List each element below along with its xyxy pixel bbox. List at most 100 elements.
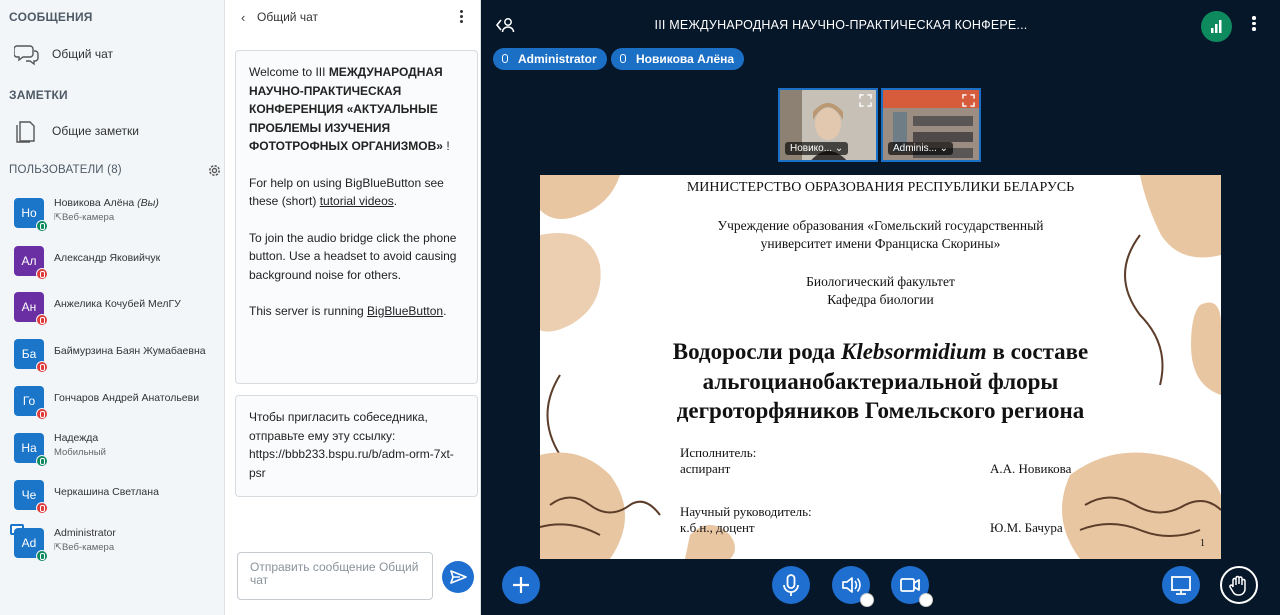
webcam-tile[interactable]: Adminis... ⌄ (881, 88, 981, 162)
webcam-name: Новико... (790, 143, 833, 154)
talker-name: Новикова Алёна (636, 52, 735, 66)
user-name: Александр Яковийчук (54, 252, 161, 264)
avatar-initials: Че (21, 488, 37, 502)
presentation-toggle-button[interactable] (1162, 566, 1200, 604)
slide-title-line-1: Водоросли рода Klebsormidium в составе (540, 339, 1221, 365)
talking-indicator[interactable]: Administrator (493, 48, 607, 70)
sidebar-item-public-chat[interactable]: Общий чат (0, 34, 224, 74)
chat-panel: ‹ Общий чат Welcome to III МЕЖДУНАРОДНАЯ… (225, 0, 481, 615)
user-item[interactable]: Ба Баймурзина Баян Жумабаевна (0, 335, 224, 379)
mute-button[interactable] (772, 566, 810, 604)
welcome-message: Welcome to III МЕЖДУНАРОДНАЯ НАУЧНО-ПРАК… (235, 50, 478, 384)
mic-status-icon (36, 550, 48, 562)
performer-role: аспирант (680, 461, 731, 476)
slide-title-line-2: альгоцианобактериальной флоры (702, 369, 1059, 394)
avatar-initials: На (21, 441, 37, 455)
user-item[interactable]: Ан Анжелика Кочубей МелГУ (0, 288, 224, 332)
mic-muted-icon (36, 408, 48, 420)
plus-icon (513, 577, 529, 593)
microphone-icon (783, 574, 799, 596)
supervisor-label: Научный руководитель: (680, 504, 812, 519)
chat-message-input[interactable]: Отправить сообщение Общий чат (237, 552, 433, 600)
actions-button[interactable] (502, 566, 540, 604)
server-text: This server is running BigBlueButton. (249, 302, 464, 321)
slide-title-line-3: дегроторфяников Гомельского региона (676, 398, 1085, 423)
supervisor-role: к.б.н., доцент (680, 520, 755, 535)
avatar-initials: Но (21, 206, 37, 220)
presentation-area: III МЕЖДУНАРОДНАЯ НАУЧНО-ПРАКТИЧЕСКАЯ КО… (481, 0, 1280, 615)
user-status: Мобильный (54, 447, 106, 458)
shared-notes-label: Общие заметки (52, 124, 139, 138)
talker-name: Administrator (518, 52, 597, 66)
user-item[interactable]: На Надежда Мобильный (0, 429, 224, 473)
user-item[interactable]: Но Новикова Алёна (Вы) ⇱Веб-камера (0, 194, 224, 238)
server-prefix: This server is running (249, 304, 368, 318)
talking-indicator[interactable]: Новикова Алёна (611, 48, 745, 70)
webcam-name-label[interactable]: Новико... ⌄ (785, 142, 849, 155)
public-chat-label: Общий чат (52, 47, 113, 61)
webcam-tile[interactable]: Новико... ⌄ (778, 88, 878, 162)
tutorial-link[interactable]: tutorial videos (320, 194, 394, 208)
notes-icon (16, 121, 35, 143)
user-name: Анжелика Кочубей МелГУ (54, 298, 181, 310)
audio-text: To join the audio bridge click the phone… (249, 230, 457, 282)
avatar-initials: Ба (21, 347, 37, 361)
user-name: Черкашина Светлана (54, 486, 159, 498)
fullscreen-icon[interactable] (962, 94, 975, 107)
webcam-name-label[interactable]: Adminis... ⌄ (888, 142, 954, 155)
webcam-button[interactable] (891, 566, 933, 607)
chat-header: ‹ Общий чат (225, 0, 481, 36)
user-status-text: Веб-камера (61, 212, 115, 223)
user-item[interactable]: Го Гончаров Андрей Анатольеви (0, 382, 224, 426)
chat-bubbles-icon (14, 45, 39, 66)
chevron-left-icon[interactable]: ‹ (241, 10, 245, 25)
mic-muted-icon (36, 314, 48, 326)
slide-title-part: в составе (986, 339, 1089, 364)
avatar-initials: Го (22, 394, 36, 408)
help-suffix: . (393, 194, 398, 208)
messages-section-title: СООБЩЕНИЯ (9, 10, 93, 24)
audio-button[interactable] (832, 566, 874, 607)
you-label: (Вы) (137, 197, 159, 209)
user-item[interactable]: Ad Administrator ⇱Веб-камера (0, 524, 224, 568)
fullscreen-icon[interactable] (859, 94, 872, 107)
invite-url[interactable]: https://bbb233.bspu.ru/b/adm-orm-7xt-psr (249, 445, 464, 482)
user-status: ⇱Веб-камера (54, 542, 114, 553)
notes-section-title: ЗАМЕТКИ (9, 88, 68, 102)
mic-muted-icon (36, 361, 48, 373)
performer-label: Исполнитель: (680, 445, 757, 460)
raise-hand-icon (1229, 575, 1246, 596)
slide-department: Кафедра биологии (827, 292, 934, 307)
avatar-initials: Ad (21, 536, 37, 550)
bigbluebutton-link[interactable]: BigBlueButton (367, 304, 443, 318)
webcam-icon: ⇱ (54, 542, 62, 553)
more-options-icon[interactable] (1247, 14, 1261, 36)
sidebar-item-shared-notes[interactable]: Общие заметки (0, 111, 224, 151)
send-button[interactable] (442, 561, 474, 593)
server-suffix: . (443, 304, 447, 318)
mic-muted-icon (36, 502, 48, 514)
welcome-suffix: ! (442, 139, 450, 153)
signal-bars-icon (1211, 20, 1222, 33)
chevron-down-icon[interactable] (860, 593, 874, 607)
user-name: Administrator (54, 527, 116, 539)
slide-university-line-1: Учреждение образования «Гомельский госуд… (717, 218, 1044, 233)
meeting-title: III МЕЖДУНАРОДНАЯ НАУЧНО-ПРАКТИЧЕСКАЯ КО… (654, 18, 1028, 32)
user-item[interactable]: Че Черкашина Светлана (0, 476, 224, 520)
mic-icon (620, 54, 626, 63)
toggle-userlist-icon[interactable] (495, 16, 515, 34)
invite-text: Чтобы пригласить собеседника, отправьте … (249, 410, 428, 443)
chevron-down-icon[interactable] (919, 593, 933, 607)
connection-status-button[interactable] (1201, 11, 1232, 42)
chat-title[interactable]: Общий чат (257, 10, 318, 24)
user-name: Новикова Алёна (Вы) (54, 197, 219, 209)
presentation-slide[interactable]: МИНИСТЕРСТВО ОБРАЗОВАНИЯ РЕСПУБЛИКИ БЕЛА… (540, 175, 1221, 559)
more-options-icon[interactable] (451, 8, 471, 28)
raise-hand-button[interactable] (1220, 566, 1258, 604)
user-name-text: Новикова Алёна (54, 197, 135, 209)
users-sidebar: СООБЩЕНИЯ Общий чат ЗАМЕТКИ Общие заметк… (0, 0, 225, 615)
user-item[interactable]: Ал Александр Яковийчук (0, 242, 224, 286)
mic-status-icon (36, 220, 48, 232)
users-section-title: ПОЛЬЗОВАТЕЛИ (8) (9, 164, 122, 176)
gear-icon[interactable] (207, 163, 222, 178)
